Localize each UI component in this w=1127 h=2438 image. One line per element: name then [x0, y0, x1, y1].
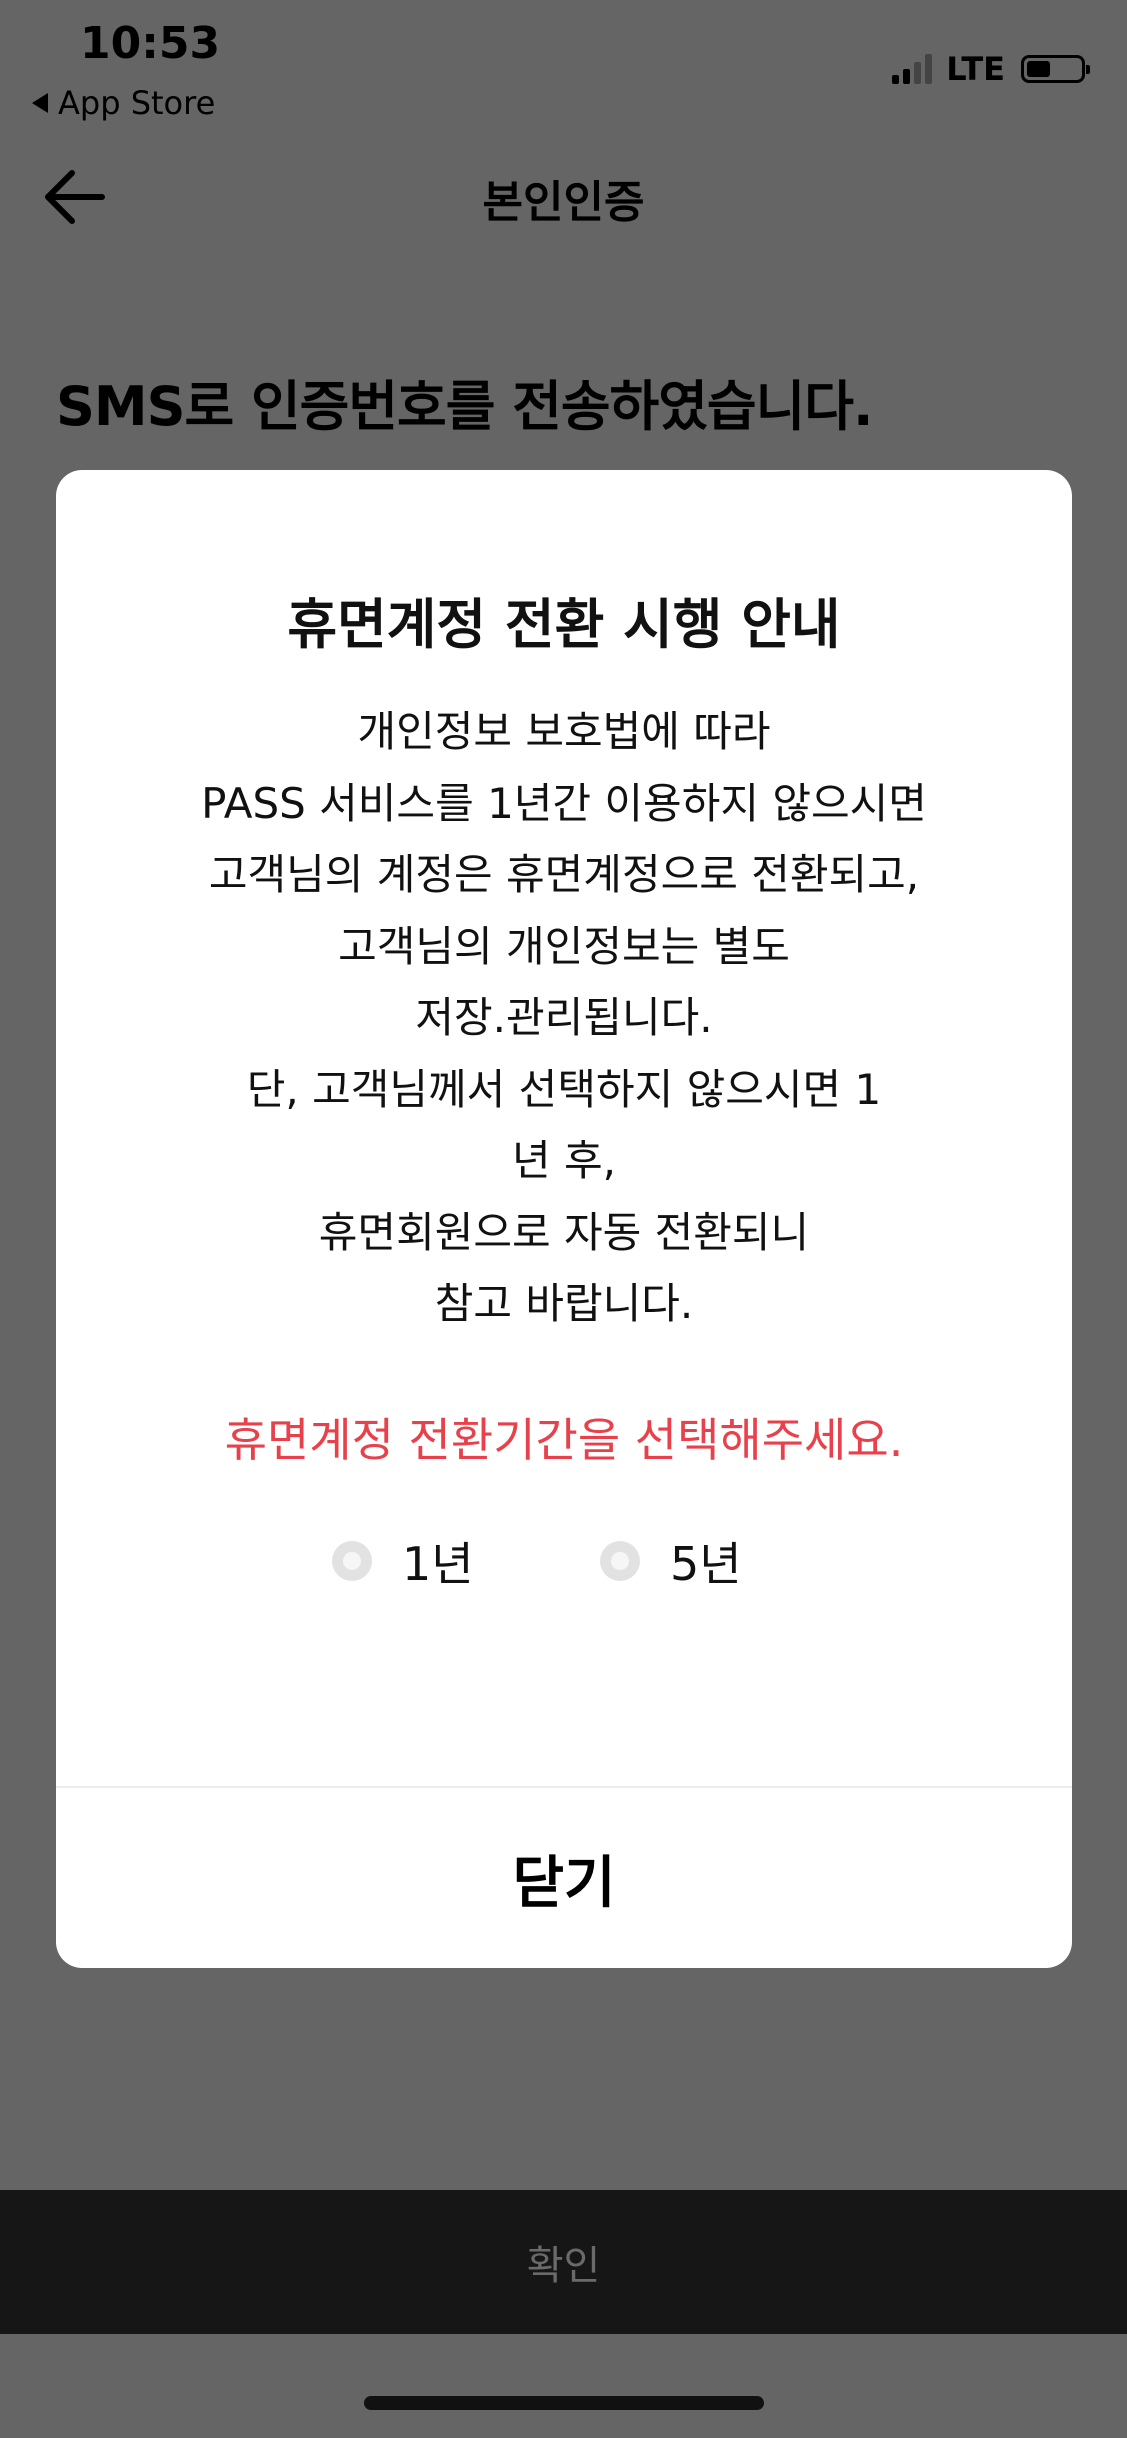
- body-line: 고객님의 개인정보는 별도: [338, 921, 790, 971]
- status-time: 10:53: [80, 18, 221, 69]
- back-app-label: App Store: [58, 84, 216, 122]
- body-line: 휴면회원으로 자동 전환되니: [318, 1207, 810, 1257]
- dialog-title: 휴면계정 전환 시행 안내: [287, 593, 841, 656]
- body-line: 참고 바랍니다.: [434, 1279, 694, 1328]
- dormant-account-dialog: 휴면계정 전환 시행 안내 개인정보 보호법에 따라 PASS 서비스를 1년간…: [56, 470, 1072, 1968]
- option-1-year[interactable]: 1년: [332, 1528, 474, 1594]
- sms-sent-message: SMS로 인증번호를 전송하였습니다.: [56, 375, 873, 438]
- battery-icon: [1021, 55, 1090, 83]
- page-title: 본인인증: [482, 177, 645, 228]
- body-line: 고객님의 계정은 휴면계정으로 전환되고,: [208, 850, 920, 899]
- home-indicator: [364, 2396, 764, 2410]
- period-select-notice: 휴면계정 전환기간을 선택해주세요.: [224, 1413, 904, 1467]
- body-line: 년 후,: [512, 1136, 616, 1185]
- radio-icon[interactable]: [600, 1541, 640, 1581]
- body-line: PASS 서비스를 1년간 이용하지 않으시면: [201, 778, 927, 828]
- option-label: 5년: [670, 1537, 742, 1591]
- body-line: 개인정보 보호법에 따라: [357, 707, 771, 756]
- dialog-body: 개인정보 보호법에 따라 PASS 서비스를 1년간 이용하지 않으시면 고객님…: [116, 696, 1012, 1340]
- network-type: LTE: [946, 50, 1005, 88]
- back-triangle-icon: [32, 93, 48, 113]
- body-line: 저장.관리됩니다.: [415, 993, 713, 1042]
- confirm-button[interactable]: 확인: [0, 2190, 1127, 2334]
- period-options: 1년 5년: [56, 1528, 1072, 1598]
- status-indicators: LTE: [892, 50, 1090, 88]
- option-5-years[interactable]: 5년: [600, 1528, 742, 1594]
- close-button[interactable]: 닫기: [56, 1788, 1072, 1968]
- body-line: 단, 고객님께서 선택하지 않으시면 1: [246, 1064, 882, 1114]
- back-to-app-store[interactable]: App Store: [32, 84, 215, 122]
- option-label: 1년: [402, 1537, 474, 1591]
- signal-icon: [892, 54, 933, 84]
- radio-icon[interactable]: [332, 1541, 372, 1581]
